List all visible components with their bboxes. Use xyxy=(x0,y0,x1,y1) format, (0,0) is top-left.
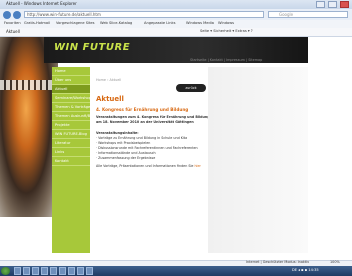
site-logo[interactable]: WIN FUTURE xyxy=(54,42,130,53)
sidebar-item-ueber-uns[interactable]: Über uns xyxy=(52,76,90,85)
content-line: · Vorträge zu Ernährung und Bildung in S… xyxy=(96,136,188,140)
start-button[interactable] xyxy=(1,267,10,275)
taskbar-app-icon[interactable] xyxy=(68,267,75,275)
sidebar-item-projekte[interactable]: Projekte xyxy=(52,121,90,130)
page-title: Aktuell xyxy=(96,95,124,103)
taskbar-app-icon[interactable] xyxy=(23,267,30,275)
favorite-link[interactable]: Angepasste Links xyxy=(144,21,175,25)
right-panel xyxy=(208,67,308,253)
content-line: Veranstaltungsinhalte: xyxy=(96,131,139,135)
close-button[interactable] xyxy=(340,1,349,8)
sidebar-item-literatur[interactable]: Literatur xyxy=(52,139,90,148)
zoom-level[interactable]: 100% xyxy=(330,260,340,264)
sidebar-item-beratung[interactable]: Themen Auskunft/Beratung xyxy=(52,112,90,121)
taskbar-app-icon[interactable] xyxy=(86,267,93,275)
sidebar-item-seminare[interactable]: Seminare/Workshops xyxy=(52,94,90,103)
taskbar-app-icon[interactable] xyxy=(32,267,39,275)
sidebar-item-blog[interactable]: WIN FUTURE-Blog xyxy=(52,130,90,139)
taskbar-app-icon[interactable] xyxy=(77,267,84,275)
page-subtitle: 4. Kongress für Ernährung und Bildung xyxy=(96,107,189,112)
butterfly-wing-pattern xyxy=(0,80,58,90)
favorite-link[interactable]: Gratis-Hotmail xyxy=(24,21,50,25)
minimize-button[interactable] xyxy=(316,1,325,8)
window-title: Aktuell - Windows Internet Explorer xyxy=(6,1,77,6)
header-links[interactable]: Startseite | Kontakt | Impressum | Sitem… xyxy=(190,58,262,62)
sidebar-item-home[interactable]: Home xyxy=(52,67,90,76)
favorite-link[interactable]: Windows xyxy=(218,21,234,25)
back-arrow-icon[interactable] xyxy=(3,11,11,19)
butterfly-image xyxy=(0,37,58,217)
content-line: · Informationsstände und Austausch xyxy=(96,151,156,155)
content-line: Veranstaltungen zum 4. Kongress für Ernä… xyxy=(96,115,210,119)
content-line: · Diskussionsrunde mit Fachreferentinnen… xyxy=(96,146,198,150)
more-info-link[interactable]: hier xyxy=(194,164,200,168)
maximize-button[interactable] xyxy=(328,1,337,8)
command-toolbar[interactable]: Seite ▾ Sicherheit ▾ Extras ▾ ? xyxy=(200,29,253,33)
favorite-link[interactable]: Vorgeschlagene Sites xyxy=(56,21,95,25)
content-line: · Workshops mit Praxisbeispielen xyxy=(96,141,151,145)
content-line: am 18. November 2010 an der Universität … xyxy=(96,120,194,124)
system-tray[interactable]: DE ◂ ▪ ▪ 14:35 xyxy=(292,268,319,272)
taskbar-app-icon[interactable] xyxy=(59,267,66,275)
sidebar-item-links[interactable]: Links xyxy=(52,148,90,157)
taskbar-app-icon[interactable] xyxy=(41,267,48,275)
sidebar-item-kontakt[interactable]: Kontakt xyxy=(52,157,90,166)
content-line: · Zusammenfassung der Ergebnisse xyxy=(96,156,156,160)
sidebar-item-themen[interactable]: Themen & Vorträge xyxy=(52,103,90,112)
favorite-link[interactable]: Web Slice-Katalog xyxy=(100,21,132,25)
back-button[interactable]: zurück xyxy=(176,84,206,92)
status-text: Internet | Geschützter Modus: Inaktiv xyxy=(246,260,310,264)
more-info-line: Alle Vorträge, Präsentationen und Inform… xyxy=(96,164,201,168)
search-input[interactable]: Google xyxy=(268,11,348,18)
more-info-text: Alle Vorträge, Präsentationen und Inform… xyxy=(96,164,195,168)
taskbar-app-icon[interactable] xyxy=(50,267,57,275)
tab-row xyxy=(0,28,352,37)
forward-arrow-icon[interactable] xyxy=(13,11,21,19)
address-bar[interactable]: http://www.win-future.de/aktuell.htm xyxy=(24,11,264,18)
taskbar-app-icon[interactable] xyxy=(14,267,21,275)
favorite-link[interactable]: Windows Media xyxy=(186,21,214,25)
breadcrumb[interactable]: Home › Aktuell xyxy=(96,78,121,82)
tab-aktuell[interactable]: Aktuell xyxy=(6,29,20,34)
sidebar-item-aktuell[interactable]: Aktuell xyxy=(52,85,90,94)
favorites-button[interactable]: Favoriten xyxy=(4,21,21,25)
